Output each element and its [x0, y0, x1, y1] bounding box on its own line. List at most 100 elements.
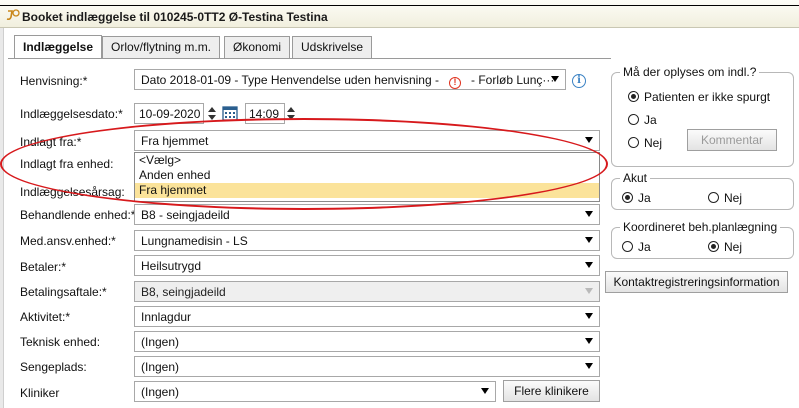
- teknisk-enhed-select[interactable]: (Ingen): [134, 331, 600, 352]
- chevron-down-icon: [585, 211, 593, 217]
- spin-up-icon: [287, 107, 295, 112]
- chevron-down-icon: [585, 262, 593, 268]
- tab-oekonomi[interactable]: Økonomi: [224, 36, 291, 58]
- henvisning-label: Henvisning:*: [20, 74, 88, 88]
- henvisning-select[interactable]: Dato 2018-01-09 - Type Henvendelse uden …: [134, 69, 566, 90]
- kliniker-label: Kliniker: [20, 386, 60, 400]
- med-ansv-enhed-value: Lungnamedisin - LS: [141, 234, 248, 248]
- koordineret-group: Koordineret beh.planlægning Ja Nej: [611, 220, 794, 259]
- betalingsaftale-value: B8, seingjadeild: [141, 285, 226, 299]
- akut-title: Akut: [620, 171, 651, 185]
- aktivitet-select[interactable]: Innlagdur: [134, 306, 600, 327]
- time-input[interactable]: 14:09: [245, 103, 285, 124]
- kliniker-select[interactable]: (Ingen): [134, 381, 496, 402]
- betalingsaftale-label: Betalingsaftale:*: [20, 285, 107, 299]
- oplyses-title: Må der oplyses om indl.?: [620, 65, 760, 79]
- radio-button: [628, 114, 639, 125]
- time-spinner[interactable]: [286, 104, 296, 124]
- spin-down-icon: [287, 115, 295, 120]
- behandlende-enhed-select[interactable]: B8 - seingjadeild: [134, 204, 600, 225]
- radio-label: Ja: [638, 191, 651, 205]
- indlagt-fra-enhed-label: Indlagt fra enhed:: [20, 157, 114, 171]
- spin-up-icon: [208, 107, 216, 112]
- info-icon[interactable]: i: [572, 74, 586, 88]
- date-value: 10-09-2020: [139, 107, 201, 121]
- henvisning-value-part1: Dato 2018-01-09 - Type Henvendelse uden …: [141, 73, 439, 87]
- betalingsaftale-select: B8, seingjadeild: [134, 281, 600, 302]
- radio-button-selected: [622, 192, 633, 203]
- chevron-down-icon: [585, 137, 593, 143]
- radio-label: Nej: [644, 136, 663, 150]
- aktivitet-value: Innlagdur: [141, 310, 192, 324]
- med-ansv-enhed-select[interactable]: Lungnamedisin - LS: [134, 230, 600, 251]
- kommentar-button[interactable]: Kommentar: [687, 129, 777, 151]
- betaler-label: Betaler:*: [20, 260, 67, 274]
- radio-button: [628, 137, 639, 148]
- teknisk-enhed-value: (Ingen): [141, 335, 180, 349]
- tab-udskrivelse[interactable]: Udskrivelse: [292, 36, 373, 58]
- radio-koordineret-ja[interactable]: Ja: [622, 240, 651, 254]
- sengeplads-label: Sengeplads:: [20, 360, 87, 374]
- radio-oplyses-ja[interactable]: Ja: [628, 113, 657, 127]
- dropdown-option[interactable]: Anden enhed: [135, 168, 599, 183]
- henvisning-value-part2: - Forløb Lunç···: [471, 73, 555, 87]
- dropdown-option-selected[interactable]: Fra hjemmet: [135, 183, 599, 198]
- indlagt-fra-value: Fra hjemmet: [141, 134, 209, 148]
- time-value: 14:09: [249, 107, 280, 121]
- betaler-select[interactable]: Heilsutrygd: [134, 255, 600, 276]
- indlagt-fra-select[interactable]: Fra hjemmet: [134, 130, 600, 151]
- radio-patient-ikke-spurgt[interactable]: Patienten er ikke spurgt: [628, 90, 770, 104]
- indlaeggelsesaarsag-label: Indlæggelsesårsag:: [20, 185, 125, 199]
- chevron-down-icon: [585, 288, 593, 294]
- radio-label: Ja: [638, 240, 651, 254]
- radio-label: Nej: [724, 240, 743, 254]
- sengeplads-value: (Ingen): [141, 360, 180, 374]
- date-input[interactable]: 10-09-2020: [134, 103, 204, 124]
- kliniker-value: (Ingen): [141, 385, 180, 399]
- chevron-down-icon: [551, 76, 559, 82]
- warning-status-icon: !: [449, 77, 461, 89]
- tab-label: Økonomi: [233, 40, 282, 54]
- behandlende-enhed-value: B8 - seingjadeild: [141, 208, 230, 222]
- window-title: Booket indlæggelse til 010245-0TT2 Ø-Tes…: [22, 10, 328, 24]
- chevron-down-icon: [585, 363, 593, 369]
- indlagt-fra-label: Indlagt fra:*: [20, 135, 82, 149]
- radio-label: Nej: [724, 191, 743, 205]
- radio-oplyses-nej[interactable]: Nej: [628, 136, 662, 150]
- calendar-icon[interactable]: [222, 105, 238, 121]
- chevron-down-icon: [481, 388, 489, 394]
- chevron-down-icon: [585, 313, 593, 319]
- chevron-down-icon: [585, 338, 593, 344]
- tab-label: Udskrivelse: [301, 40, 364, 54]
- app-logo-icon: [6, 9, 20, 21]
- radio-button: [708, 192, 719, 203]
- date-spinner[interactable]: [207, 104, 217, 124]
- dropdown-option[interactable]: <Vælg>: [135, 153, 599, 168]
- radio-akut-nej[interactable]: Nej: [708, 191, 742, 205]
- akut-group: Akut Ja Nej: [611, 171, 794, 210]
- betaler-value: Heilsutrygd: [141, 259, 202, 273]
- oplyses-group: Må der oplyses om indl.? Patienten er ik…: [611, 65, 794, 167]
- tab-label: Orlov/flytning m.m.: [111, 40, 212, 54]
- tab-indlaeggelse[interactable]: Indlæggelse: [14, 35, 103, 58]
- radio-label: Patienten er ikke spurgt: [644, 90, 771, 104]
- left-edge: [0, 28, 4, 408]
- kontaktregistrering-button[interactable]: Kontaktregistreringsinformation: [605, 271, 788, 293]
- top-border-line: [0, 5, 799, 6]
- title-bar: Booket indlæggelse til 010245-0TT2 Ø-Tes…: [0, 0, 799, 28]
- radio-akut-ja[interactable]: Ja: [622, 191, 651, 205]
- indlaeggelsesdato-label: Indlæggelsesdato:*: [20, 107, 123, 121]
- med-ansv-enhed-label: Med.ansv.enhed:*: [20, 234, 116, 248]
- radio-koordineret-nej[interactable]: Nej: [708, 240, 742, 254]
- tab-label: Indlæggelse: [23, 40, 94, 54]
- teknisk-enhed-label: Teknisk enhed:: [20, 335, 101, 349]
- chevron-down-icon: [585, 237, 593, 243]
- sengeplads-select[interactable]: (Ingen): [134, 356, 600, 377]
- koordineret-title: Koordineret beh.planlægning: [620, 220, 781, 234]
- aktivitet-label: Aktivitet:*: [20, 310, 71, 324]
- flere-klinikere-button[interactable]: Flere klinikere: [503, 380, 600, 402]
- radio-button-selected: [628, 91, 639, 102]
- radio-button: [622, 241, 633, 252]
- tab-orlov-flytning[interactable]: Orlov/flytning m.m.: [102, 36, 221, 58]
- radio-label: Ja: [644, 113, 657, 127]
